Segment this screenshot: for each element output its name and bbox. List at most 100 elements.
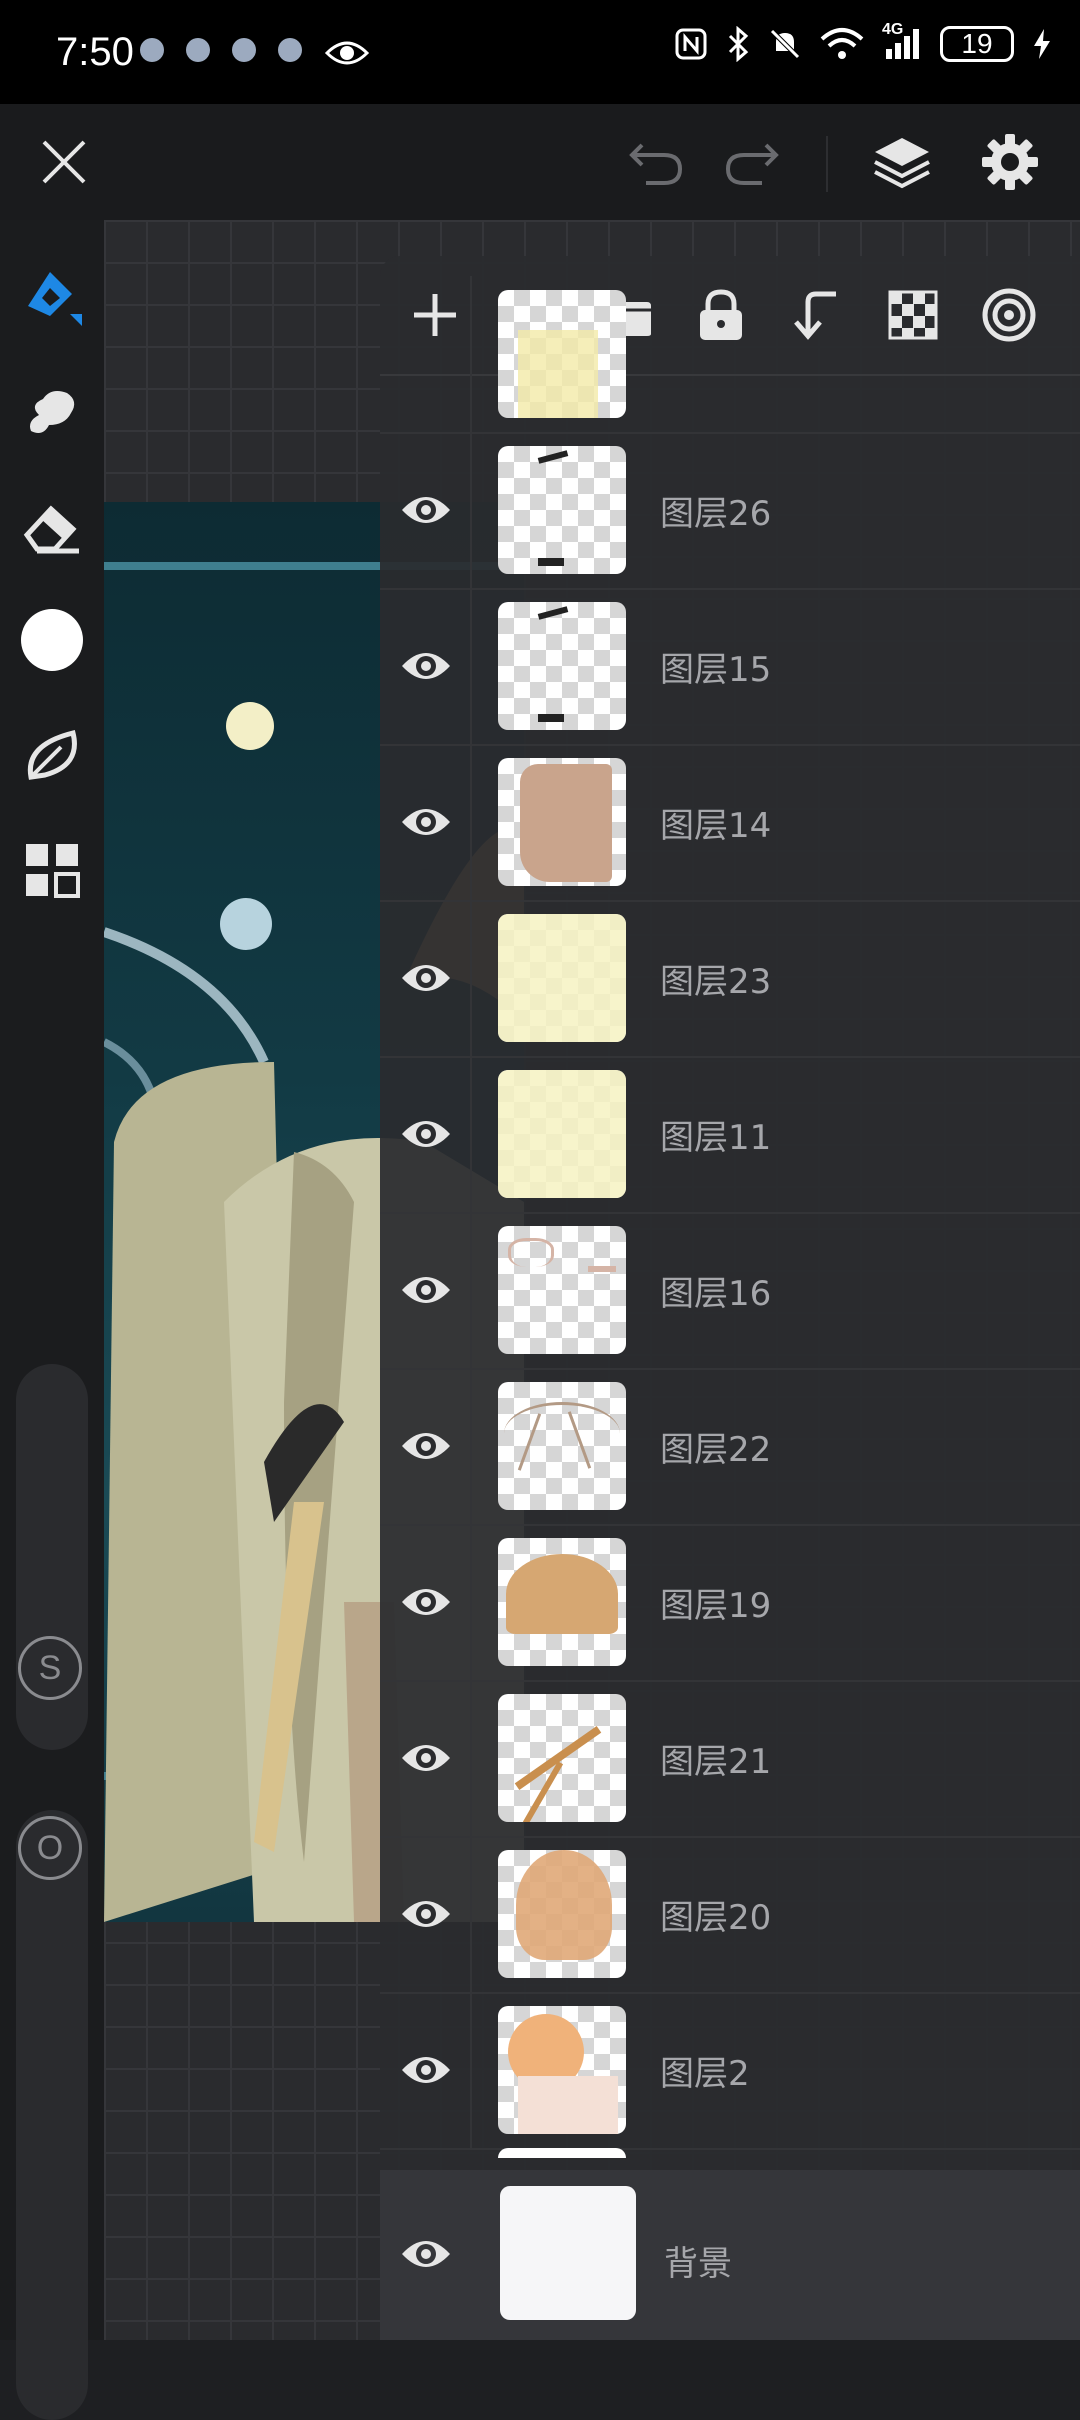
layer-separator — [470, 1056, 472, 1212]
layer-row[interactable]: 图层14 — [380, 744, 1080, 902]
layer-thumbnail — [498, 1694, 626, 1822]
layer-name: 图层20 — [660, 1898, 772, 1938]
layer-row[interactable]: 图层2 — [380, 1992, 1080, 2150]
notification-icon — [186, 38, 210, 62]
layer-row[interactable]: 图层21 — [380, 1680, 1080, 1838]
layer-thumbnail — [498, 1382, 626, 1510]
layer-name: 图层15 — [660, 650, 772, 690]
top-bar — [0, 104, 1080, 220]
layer-visibility-toggle[interactable] — [394, 790, 458, 854]
layer-separator — [470, 432, 472, 588]
eye-icon — [402, 1589, 450, 1615]
layer-visibility-toggle[interactable] — [394, 478, 458, 542]
eye-icon — [402, 497, 450, 523]
layer-thumbnail — [498, 446, 626, 574]
layer-row[interactable]: 图层11 — [380, 1056, 1080, 1214]
smudge-tool-button[interactable] — [16, 376, 88, 448]
bluetooth-icon — [728, 26, 749, 62]
size-label: S — [38, 1648, 62, 1687]
eye-icon — [402, 1121, 450, 1147]
layer-name: 图层16 — [660, 1274, 772, 1314]
eraser-icon — [23, 505, 79, 554]
layer-name: 图层23 — [660, 962, 772, 1002]
layer-visibility-toggle[interactable] — [394, 2038, 458, 2102]
layer-separator — [470, 1992, 472, 2148]
background-layer-row[interactable]: 背景 — [380, 2170, 1080, 2340]
layer-visibility-toggle[interactable] — [394, 1726, 458, 1790]
layer-visibility-toggle[interactable] — [394, 1414, 458, 1478]
left-toolbar: S O — [0, 220, 104, 2420]
layer-separator — [470, 1680, 472, 1836]
opacity-slider[interactable] — [16, 1810, 88, 2420]
layer-row[interactable]: 图层26 — [380, 432, 1080, 590]
gear-icon — [982, 134, 1038, 190]
layer-visibility-toggle[interactable] — [394, 634, 458, 698]
layer-visibility-toggle[interactable] — [394, 2222, 458, 2286]
undo-button[interactable] — [620, 126, 692, 198]
layer-visibility-toggle[interactable] — [394, 1570, 458, 1634]
layer-visibility-toggle[interactable] — [394, 1102, 458, 1166]
battery-level: 19 — [961, 28, 993, 59]
layer-row[interactable]: 图层16 — [380, 1212, 1080, 1370]
notification-icon — [140, 38, 164, 62]
layer-visibility-toggle[interactable] — [394, 946, 458, 1010]
layer-separator — [470, 1836, 472, 1992]
eye-icon — [402, 965, 450, 991]
layer-thumbnail — [498, 1538, 626, 1666]
layer-row[interactable]: 图层19 — [380, 1524, 1080, 1682]
layer-thumbnail — [498, 1070, 626, 1198]
undo-icon — [629, 143, 683, 185]
notification-icon — [232, 38, 256, 62]
background-layer-name: 背景 — [664, 2244, 732, 2284]
eraser-tool-button[interactable] — [16, 490, 88, 562]
layer-name: 图层14 — [660, 806, 772, 846]
layer-separator — [470, 276, 472, 432]
layer-name: 图层11 — [660, 1118, 772, 1158]
layer-separator — [470, 1212, 472, 1368]
pen-tool-button[interactable] — [16, 260, 88, 332]
eye-icon — [402, 1433, 450, 1459]
close-button[interactable] — [28, 126, 100, 198]
layers-button[interactable] — [866, 126, 938, 198]
gallery-button[interactable] — [16, 834, 88, 906]
redo-button[interactable] — [716, 126, 788, 198]
eye-icon — [402, 1277, 450, 1303]
size-indicator: S — [18, 1636, 82, 1700]
nfc-icon — [675, 28, 707, 60]
layer-visibility-toggle[interactable] — [394, 1258, 458, 1322]
layer-visibility-toggle[interactable] — [394, 1882, 458, 1946]
notification-icon — [278, 38, 302, 62]
layer-separator — [470, 1368, 472, 1524]
layer-separator — [470, 900, 472, 1056]
opacity-label: O — [36, 1828, 64, 1867]
brush-library-button[interactable] — [16, 720, 88, 792]
status-time: 7:50 — [56, 30, 134, 74]
layer-name: 图层22 — [660, 1430, 772, 1470]
layer-thumbnail — [498, 1226, 626, 1354]
eye-icon — [402, 1901, 450, 1927]
mute-icon — [770, 29, 800, 59]
settings-button[interactable] — [974, 126, 1046, 198]
layer-thumbnail — [498, 602, 626, 730]
grid-icon — [26, 844, 80, 898]
pen-icon — [28, 272, 82, 326]
layer-separator — [470, 1524, 472, 1680]
status-right: 4G 19 — [674, 21, 1052, 62]
layer-row-partial[interactable] — [380, 276, 1080, 434]
color-picker-button[interactable] — [16, 604, 88, 676]
eye-icon — [402, 653, 450, 679]
charging-icon — [1034, 29, 1050, 59]
layer-row[interactable]: 图层22 — [380, 1368, 1080, 1526]
layer-row[interactable]: 图层23 — [380, 900, 1080, 1058]
layer-name: 图层2 — [660, 2054, 750, 2094]
layer-row[interactable]: 图层15 — [380, 588, 1080, 746]
smudge-icon — [30, 391, 75, 433]
opacity-indicator: O — [18, 1816, 82, 1880]
toolbar-divider — [826, 136, 828, 192]
eye-icon — [324, 41, 370, 65]
layer-thumbnail — [498, 290, 626, 418]
eye-icon — [402, 2241, 450, 2267]
eye-icon — [402, 1745, 450, 1771]
layer-separator — [470, 588, 472, 744]
layer-row[interactable]: 图层20 — [380, 1836, 1080, 1994]
